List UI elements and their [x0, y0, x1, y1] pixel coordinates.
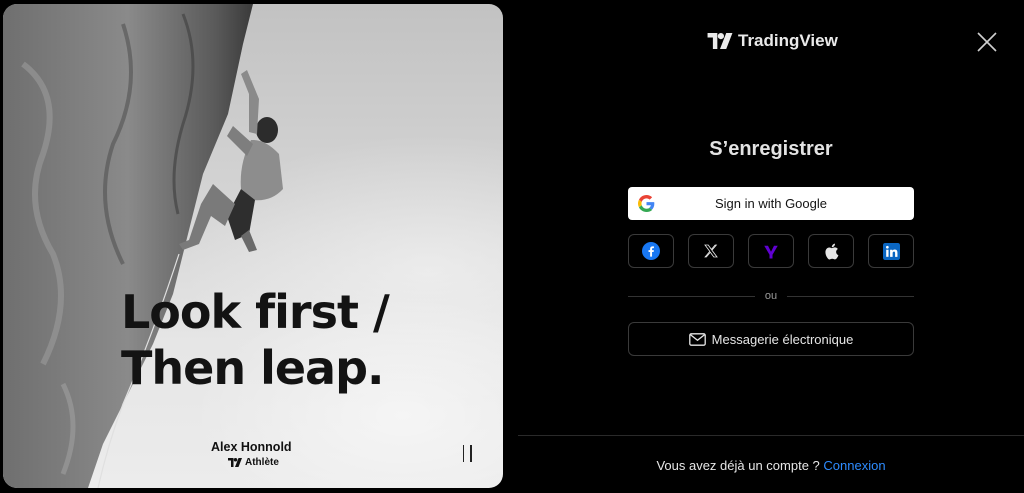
hero-headline: Look first / Then leap. [121, 284, 390, 396]
facebook-login-button[interactable] [628, 234, 674, 268]
email-signup-label: Messagerie électronique [711, 331, 854, 347]
apple-icon [824, 243, 838, 259]
hero-panel: Look first / Then leap. Alex Honnold Ath… [3, 4, 503, 488]
brand-name: TradingView [738, 31, 838, 50]
hero-headline-line2: Then leap. [121, 341, 384, 395]
x-icon [704, 244, 718, 258]
pause-button[interactable] [457, 443, 477, 463]
linkedin-login-button[interactable] [868, 234, 914, 268]
apple-login-button[interactable] [808, 234, 854, 268]
climber-photo [3, 4, 283, 488]
login-link[interactable]: Connexion [823, 458, 885, 473]
envelope-icon [688, 332, 706, 346]
page-title: S’enregistrer [709, 138, 833, 160]
tradingview-logo-icon [228, 458, 242, 467]
social-login-row [628, 234, 914, 268]
yahoo-icon [764, 245, 778, 259]
divider-text: ou [764, 290, 778, 302]
athlete-name: Alex Honnold [211, 440, 292, 454]
footer-prompt: Vous avez déjà un compte ? [656, 458, 820, 473]
yahoo-login-button[interactable] [748, 234, 794, 268]
or-divider: ou [628, 288, 914, 304]
google-icon [638, 195, 655, 212]
linkedin-icon [882, 242, 900, 260]
x-login-button[interactable] [688, 234, 734, 268]
google-signin-label: Sign in with Google [714, 196, 827, 211]
facebook-icon [642, 242, 660, 260]
athlete-role: Athlète [228, 457, 279, 468]
pause-icon [462, 444, 464, 462]
hero-headline-line1: Look first / [121, 285, 390, 339]
google-signin-button[interactable]: Sign in with Google [628, 187, 914, 220]
email-signup-button[interactable]: Messagerie électronique [628, 322, 914, 356]
tradingview-logo-icon [707, 33, 733, 49]
close-icon [977, 32, 997, 52]
brand-logo: TradingView [707, 31, 838, 51]
footer: Vous avez déjà un compte ? Connexion [518, 458, 1024, 473]
athlete-role-label: Athlète [245, 457, 279, 468]
footer-divider [518, 435, 1024, 436]
close-button[interactable] [976, 31, 998, 53]
